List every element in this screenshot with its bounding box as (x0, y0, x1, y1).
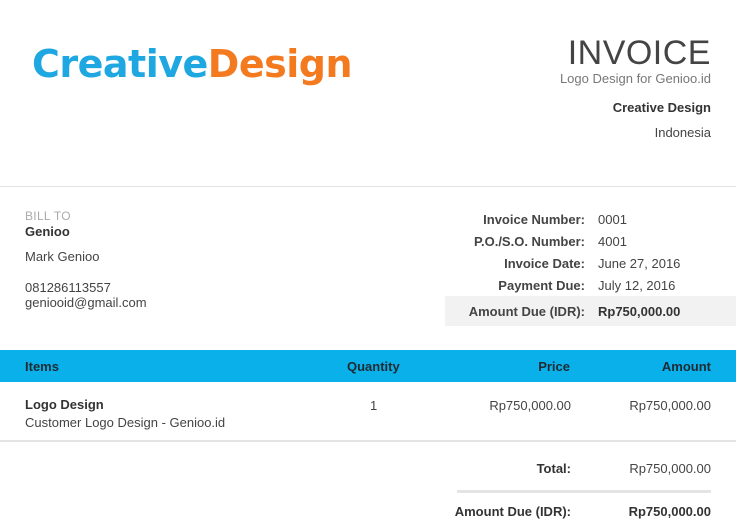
total-label: Total: (536, 461, 571, 476)
meta-value: 0001 (598, 212, 627, 227)
meta-po-number: P.O./S.O. Number: 4001 (400, 234, 736, 256)
total-value: Rp750,000.00 (629, 461, 711, 476)
item-price: Rp750,000.00 (489, 398, 571, 413)
meta-invoice-date: Invoice Date: June 27, 2016 (400, 256, 736, 278)
totals-divider (457, 490, 711, 493)
meta-amount-due: Amount Due (IDR): Rp750,000.00 (400, 304, 736, 326)
meta-payment-due: Payment Due: July 12, 2016 (400, 278, 736, 300)
bill-to-email: geniooid@gmail.com (25, 295, 147, 310)
bill-to-name: Genioo (25, 224, 70, 239)
invoice-title: INVOICE (567, 34, 711, 72)
meta-label: P.O./S.O. Number: (473, 234, 585, 249)
column-quantity: Quantity (347, 359, 400, 374)
column-price: Price (538, 359, 570, 374)
brand-logo: CreativeDesign (32, 42, 353, 86)
meta-label: Invoice Date: (504, 256, 585, 271)
meta-value: 4001 (598, 234, 627, 249)
meta-label: Invoice Number: (483, 212, 585, 227)
amount-due-value: Rp750,000.00 (628, 504, 711, 519)
invoice-subtitle: Logo Design for Genioo.id (559, 71, 711, 86)
item-amount: Rp750,000.00 (629, 398, 711, 413)
meta-invoice-number: Invoice Number: 0001 (400, 212, 736, 234)
table-row-divider (0, 440, 736, 442)
brand-logo-part1: Creative (32, 42, 208, 86)
meta-label: Payment Due: (498, 278, 585, 293)
bill-to-contact: Mark Genioo (25, 249, 100, 264)
meta-value: Rp750,000.00 (598, 304, 681, 319)
company-name: Creative Design (612, 100, 711, 115)
meta-value: June 27, 2016 (598, 256, 681, 271)
item-quantity: 1 (370, 398, 378, 413)
brand-logo-part2: Design (207, 42, 353, 86)
item-name: Logo Design (25, 397, 104, 412)
meta-label: Amount Due (IDR): (468, 304, 585, 319)
bill-to-label: BILL TO (25, 209, 71, 223)
bill-to-phone: 081286113557 (25, 280, 111, 295)
header-divider (0, 186, 736, 187)
company-country: Indonesia (654, 125, 711, 140)
amount-due-label: Amount Due (IDR): (454, 504, 571, 519)
item-description: Customer Logo Design - Genioo.id (25, 415, 226, 430)
column-amount: Amount (661, 359, 711, 374)
meta-value: July 12, 2016 (598, 278, 676, 293)
column-items: Items (25, 359, 59, 374)
items-table-header: Items Quantity Price Amount (0, 350, 736, 382)
